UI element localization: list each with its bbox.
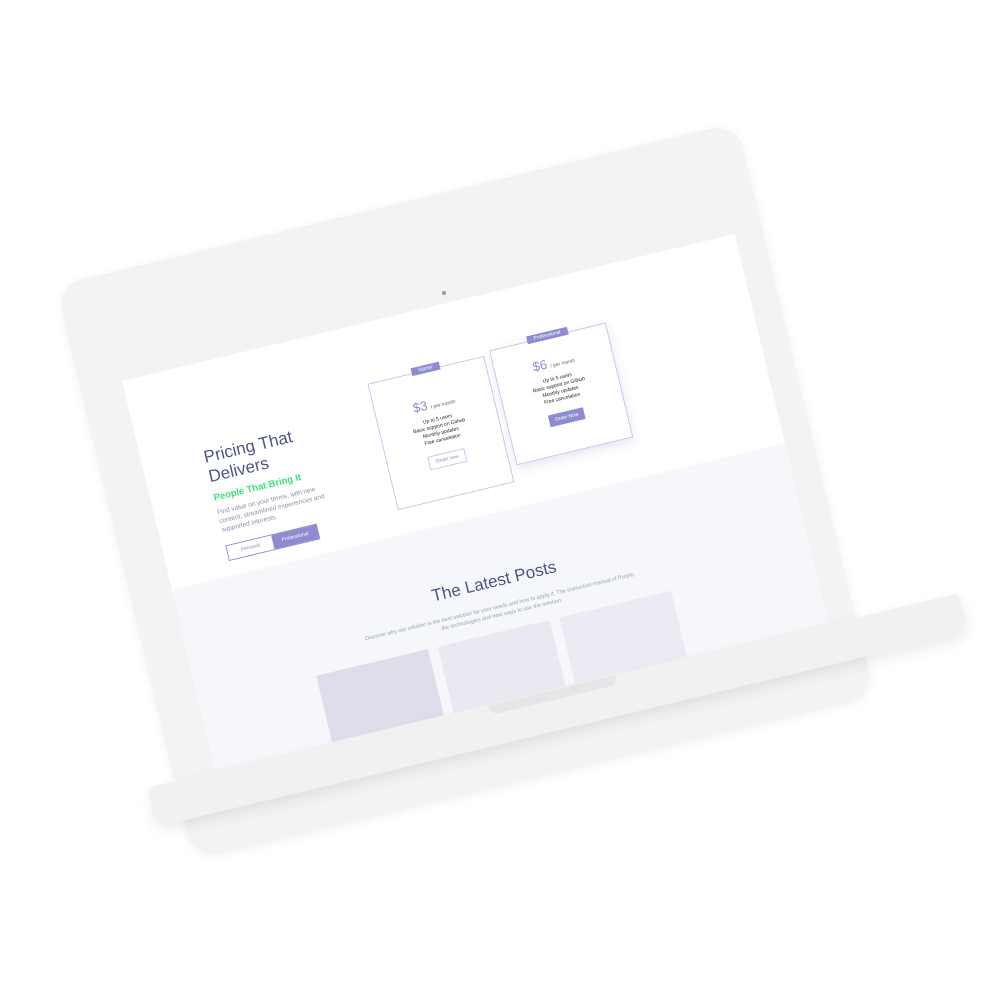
toggle-professional[interactable]: Professional	[271, 524, 320, 550]
plan-price: $6	[531, 356, 549, 375]
pricing-card-starter: Starter $3 / per month Up to 5 users Bas…	[367, 355, 515, 511]
plan-price: $3	[411, 397, 429, 416]
plan-period: / per month	[430, 398, 457, 411]
order-button[interactable]: Order now	[427, 448, 468, 471]
pricing-card-professional: Professional $6 / per month Up to 5 user…	[489, 322, 634, 466]
plan-badge: Starter	[410, 361, 441, 377]
order-button[interactable]: Order Now	[547, 407, 586, 428]
plan-period: / per month	[549, 357, 576, 370]
camera-icon	[442, 291, 446, 295]
plan-badge: Professional	[526, 326, 569, 345]
toggle-personal[interactable]: Personal	[226, 535, 275, 560]
